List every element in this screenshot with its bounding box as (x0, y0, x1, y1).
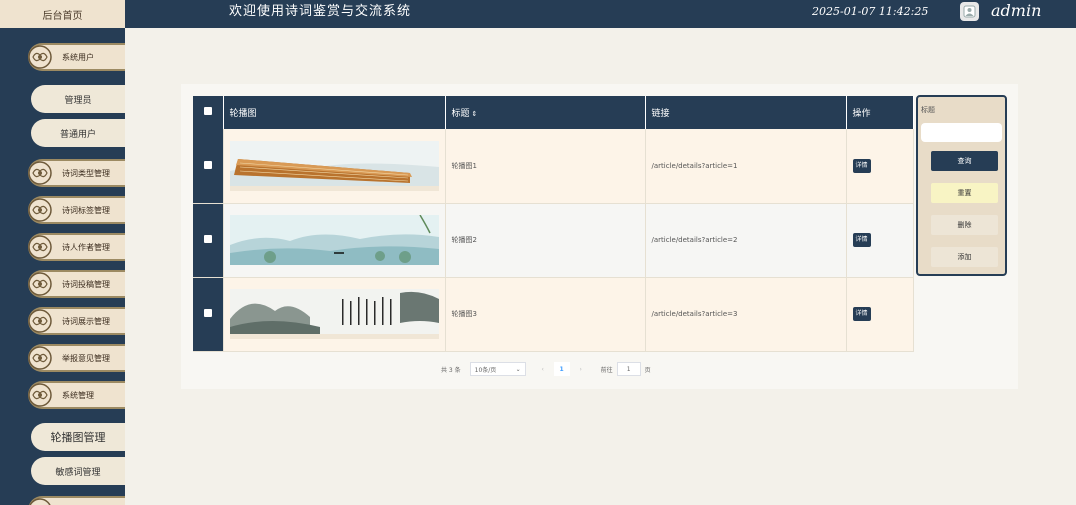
search-title-label: 标题 (921, 106, 935, 114)
row-select-cell[interactable] (193, 277, 224, 352)
sort-icon[interactable]: ⇕ (472, 110, 478, 118)
sidebar-item-label: 诗人作者管理 (62, 242, 110, 252)
title-cell: 轮播图3 (445, 277, 646, 352)
table-header-row: 轮播图 标题 ⇕ 链接 操作 (193, 96, 914, 129)
system-title: 欢迎使用诗词鉴赏与交流系统 (229, 4, 412, 19)
sidebar-item-label: 诗词投稿管理 (62, 279, 110, 289)
pagination: 共 3 条 10条/页 ⌄ ‹ 1 › 前往 1 页 (441, 361, 651, 377)
sidebar-item-label: 举报意见管理 (62, 353, 110, 363)
row-checkbox[interactable] (203, 160, 212, 169)
cloud-ornament-icon (28, 272, 52, 296)
sidebar-item-system-users[interactable]: 系统用户 (28, 43, 125, 71)
link-cell: /article/details?article=3 (645, 277, 847, 352)
sidebar-item-poem-types[interactable]: 诗词类型管理 (28, 159, 125, 187)
goto-page-input[interactable]: 1 (616, 362, 641, 376)
username[interactable]: admin (991, 0, 1041, 26)
select-all-cell[interactable] (193, 96, 224, 129)
top-bar: 后台首页 欢迎使用诗词鉴赏与交流系统 2025-01-07 11:42:25 a… (0, 0, 1076, 28)
column-header-image: 轮播图 (223, 96, 446, 129)
search-panel: 标题 查询 重置 删除 添加 (916, 95, 1007, 276)
sidebar-item-normal-users[interactable]: 普通用户 (31, 119, 125, 147)
action-cell: 详情 (846, 203, 914, 278)
cloud-ornament-icon (29, 498, 51, 505)
sidebar-item-label: 诗词类型管理 (62, 168, 110, 178)
sidebar-item-label: 诗词展示管理 (62, 316, 110, 326)
sidebar-item-submissions[interactable]: 诗词投稿管理 (28, 270, 125, 298)
cloud-ornament-icon (28, 309, 52, 333)
guqin-instrument-image (229, 140, 439, 191)
datetime-display: 2025-01-07 11:42:25 (812, 5, 929, 18)
image-icon (963, 5, 976, 18)
cloud-ornament-icon (28, 383, 52, 407)
sidebar-item-poets[interactable]: 诗人作者管理 (28, 233, 125, 261)
row-select-cell[interactable] (193, 129, 224, 204)
carousel-table: 轮播图 标题 ⇕ 链接 操作 轮播图1 /article/details?art… (193, 96, 914, 352)
row-checkbox[interactable] (203, 235, 212, 243)
detail-button[interactable]: 详情 (852, 158, 871, 173)
image-cell (223, 277, 446, 352)
page-size-select[interactable]: 10条/页 ⌄ (469, 362, 526, 376)
sidebar-item-label: 系统管理 (62, 390, 94, 400)
detail-button[interactable]: 详情 (852, 233, 871, 247)
column-header-action: 操作 (846, 96, 914, 129)
page-size-value: 10条/页 (474, 366, 497, 374)
avatar[interactable] (960, 2, 979, 21)
ink-mountain-calligraphy-image (229, 289, 439, 339)
column-header-link: 链接 (645, 96, 847, 129)
prev-page-icon[interactable]: ‹ (535, 362, 551, 376)
row-select-cell[interactable] (193, 203, 224, 278)
image-cell (223, 129, 446, 204)
current-page-button[interactable]: 1 (553, 362, 570, 376)
column-header-title[interactable]: 标题 ⇕ (445, 96, 646, 129)
search-title-input[interactable] (921, 123, 1002, 142)
sidebar: 系统用户 管理员 普通用户 诗词类型管理 诗词标签管理 诗人作者管理 诗词投稿管… (0, 28, 125, 505)
total-count: 共 3 条 (441, 366, 461, 374)
cloud-ornament-icon (28, 235, 52, 259)
select-all-checkbox[interactable] (203, 107, 212, 115)
goto-label: 前往 (600, 366, 613, 374)
add-button[interactable]: 添加 (931, 247, 998, 267)
page-unit-label: 页 (644, 366, 651, 374)
action-cell: 详情 (846, 277, 914, 352)
title-cell: 轮播图1 (445, 129, 646, 204)
sidebar-item-label: 系统用户 (62, 52, 94, 62)
sidebar-item-poem-tags[interactable]: 诗词标签管理 (28, 196, 125, 224)
sidebar-item-partial[interactable] (28, 496, 125, 505)
title-cell: 轮播图2 (445, 203, 646, 278)
table-row: 轮播图2 /article/details?article=2 详情 (193, 203, 914, 278)
table-row: 轮播图1 /article/details?article=1 详情 (193, 129, 914, 204)
sidebar-item-poem-display[interactable]: 诗词展示管理 (28, 307, 125, 335)
sidebar-item-carousel[interactable]: 轮播图管理 (31, 423, 125, 451)
cloud-ornament-icon (28, 346, 52, 370)
row-checkbox[interactable] (203, 309, 212, 317)
reset-button[interactable]: 重置 (931, 183, 998, 203)
home-tab[interactable]: 后台首页 (0, 0, 125, 28)
cloud-ornament-icon (28, 161, 52, 185)
action-cell: 详情 (846, 129, 914, 204)
column-title-label: 标题 (451, 109, 470, 119)
link-cell: /article/details?article=1 (645, 129, 847, 204)
delete-button[interactable]: 删除 (931, 215, 998, 235)
cloud-ornament-icon (28, 45, 52, 69)
sidebar-item-label: 诗词标签管理 (62, 205, 110, 215)
sidebar-item-sensitive-words[interactable]: 敏感词管理 (31, 457, 125, 485)
table-row: 轮播图3 /article/details?article=3 详情 (193, 277, 914, 352)
sidebar-item-system-management[interactable]: 系统管理 (28, 381, 125, 409)
ink-landscape-boat-image (229, 215, 439, 265)
image-cell (223, 203, 446, 278)
chevron-down-icon: ⌄ (515, 365, 521, 373)
detail-button[interactable]: 详情 (852, 307, 871, 321)
link-cell: /article/details?article=2 (645, 203, 847, 278)
cloud-ornament-icon (28, 198, 52, 222)
next-page-icon[interactable]: › (573, 362, 589, 376)
query-button[interactable]: 查询 (931, 151, 998, 171)
sidebar-item-reports[interactable]: 举报意见管理 (28, 344, 125, 372)
sidebar-item-admins[interactable]: 管理员 (31, 85, 125, 113)
